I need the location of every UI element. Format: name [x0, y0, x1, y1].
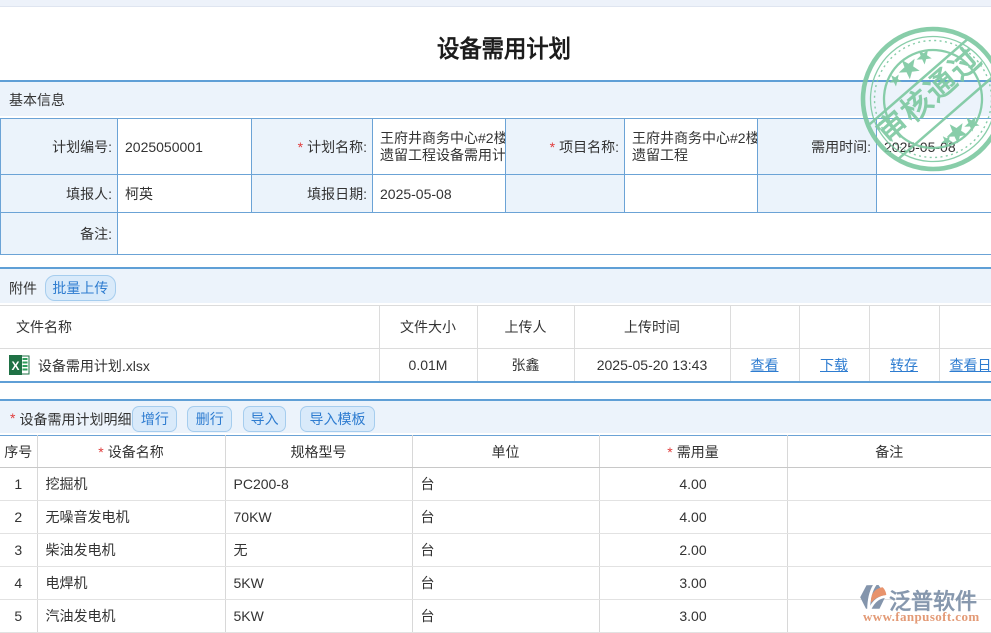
svg-text:X: X — [11, 359, 19, 373]
